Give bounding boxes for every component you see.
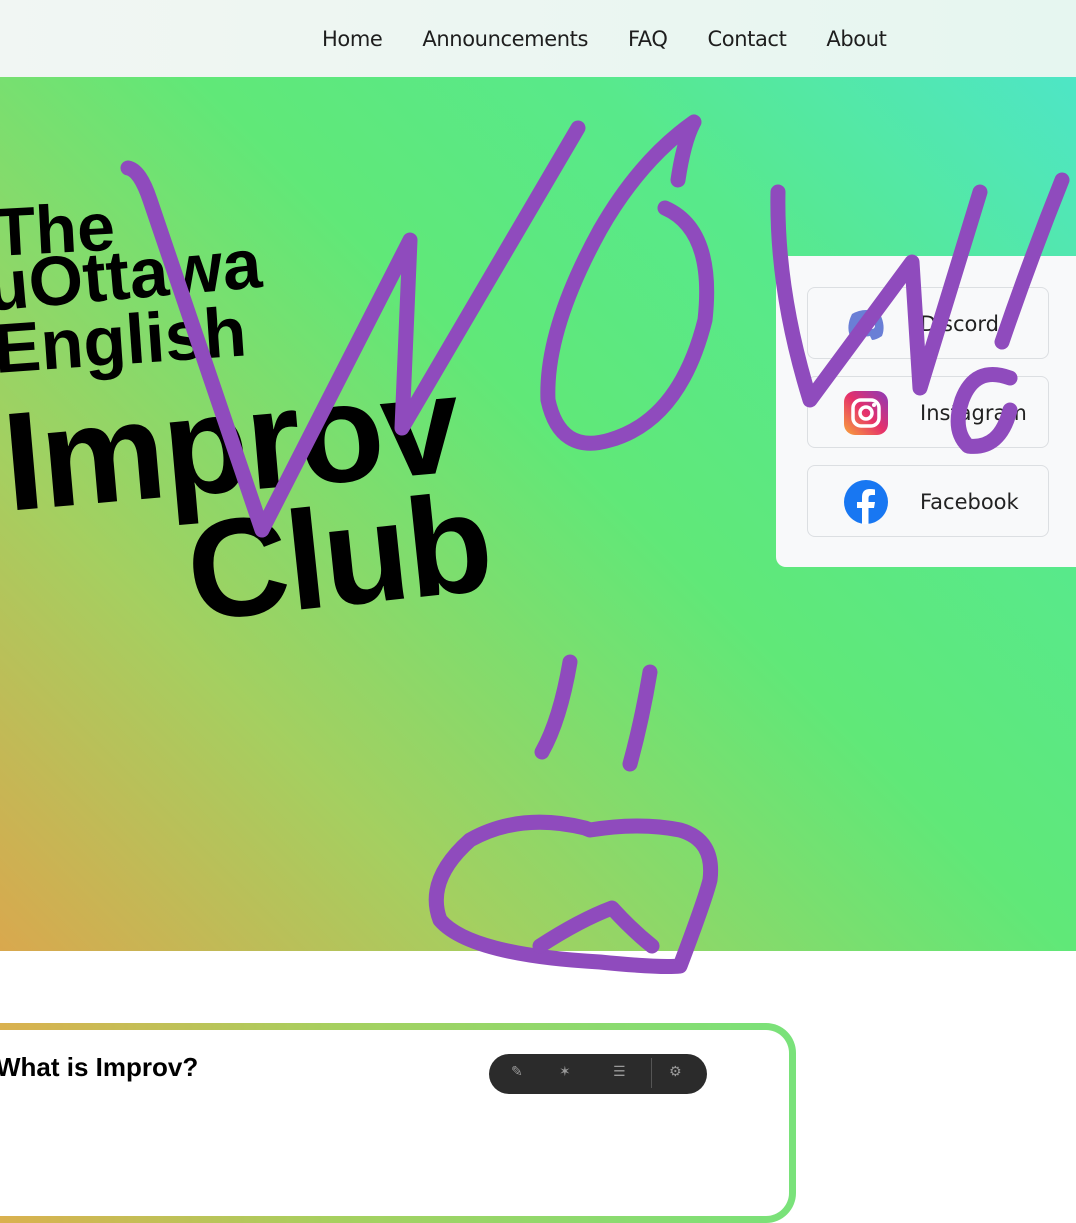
nav-link-about[interactable]: About xyxy=(826,27,886,51)
toolbar-divider xyxy=(651,1058,652,1088)
about-heading: What is Improv? xyxy=(0,1052,199,1082)
nav-link-home[interactable]: Home xyxy=(322,27,383,51)
pen-icon[interactable]: ✎ xyxy=(511,1064,531,1082)
social-links-card: Discord Instagram Facebook xyxy=(776,256,1076,567)
title-line-club: Club xyxy=(179,462,498,651)
hero-title: The uOttawa English Improv Club xyxy=(0,77,720,677)
floating-toolbar: ✎ ✶ ☰ ⚙ xyxy=(489,1054,707,1094)
nav-link-faq[interactable]: FAQ xyxy=(628,27,668,51)
nav-link-announcements[interactable]: Announcements xyxy=(422,27,588,51)
discord-icon xyxy=(848,310,884,340)
facebook-icon xyxy=(844,480,888,524)
settings-icon[interactable]: ⚙ xyxy=(669,1064,689,1082)
discord-label: Discord xyxy=(920,312,999,336)
discord-button[interactable]: Discord xyxy=(807,287,1049,359)
facebook-button[interactable]: Facebook xyxy=(807,465,1049,537)
menu-icon[interactable]: ☰ xyxy=(613,1064,633,1082)
top-navbar: Home Announcements FAQ Contact About xyxy=(0,0,1076,77)
nav-links: Home Announcements FAQ Contact About xyxy=(322,0,927,77)
instagram-icon xyxy=(844,391,888,435)
nav-link-contact[interactable]: Contact xyxy=(708,27,787,51)
instagram-label: Instagram xyxy=(920,401,1027,425)
sparkle-icon[interactable]: ✶ xyxy=(559,1064,579,1082)
instagram-button[interactable]: Instagram xyxy=(807,376,1049,448)
hero-section: The uOttawa English Improv Club Discord xyxy=(0,77,1076,951)
facebook-label: Facebook xyxy=(920,490,1019,514)
